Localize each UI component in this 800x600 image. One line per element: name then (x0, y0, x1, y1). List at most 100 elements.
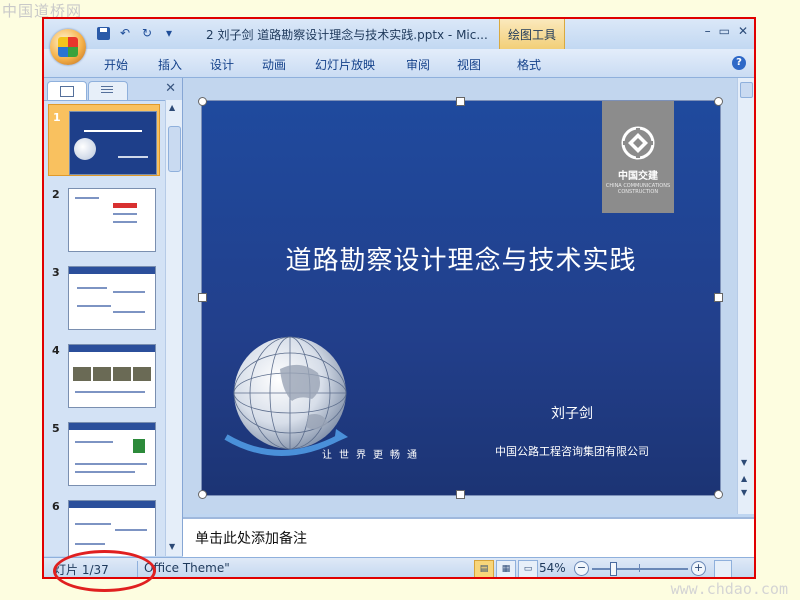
outline-tab[interactable] (88, 81, 128, 100)
tab-home[interactable]: 开始 (104, 56, 128, 73)
resize-handle[interactable] (456, 490, 465, 499)
preview-photo (93, 367, 111, 381)
slides-tab[interactable] (47, 81, 87, 100)
maximize-button[interactable]: ▭ (719, 24, 730, 38)
preview-text-line (118, 156, 148, 158)
slide-thumb-2[interactable]: 2 (48, 182, 160, 254)
slide-author[interactable]: 刘子剑 (522, 403, 622, 423)
pane-close-icon[interactable]: ✕ (165, 81, 176, 96)
slide-thumbnails: 1 2 3 4 5 6 (44, 100, 164, 556)
context-tab-label: 绘图工具 (507, 28, 556, 42)
slide-canvas[interactable]: 中国交建 CHINA COMMUNICATIONS CONSTRUCTION 道… (201, 100, 721, 496)
undo-button[interactable]: ↶ (116, 24, 134, 42)
minimize-button[interactable]: – (705, 24, 711, 38)
ribbon-tabs: 开始 插入 设计 动画 幻灯片放映 审阅 视图 格式 ? (44, 49, 754, 78)
slide-thumb-1[interactable]: 1 (48, 104, 160, 176)
preview-text-line (75, 523, 111, 525)
zoom-level[interactable]: 54% (539, 561, 566, 575)
resize-handle[interactable] (456, 97, 465, 106)
title-bar: ↶ ↻ ▾ 2 刘子剑 道路勘察设计理念与技术实践.pptx - Mic... … (44, 19, 754, 49)
preview-text-line (75, 543, 105, 545)
slide-thumb-5[interactable]: 5 (48, 416, 160, 488)
slide-number: 6 (52, 500, 60, 513)
view-buttons: ▤ ▦ ▭ (474, 560, 538, 577)
preview-text-line (115, 529, 147, 531)
preview-text-line (75, 391, 145, 393)
slide-number: 1 (53, 111, 61, 124)
preview-header (69, 423, 155, 430)
annotation-circle (53, 550, 156, 592)
previous-slide-icon[interactable]: ▲ (741, 474, 747, 483)
quick-access-toolbar: ↶ ↻ ▾ (94, 24, 178, 42)
zoom-slider-thumb[interactable] (610, 562, 617, 576)
slide-organization[interactable]: 中国公路工程咨询集团有限公司 (462, 443, 682, 459)
resize-handle[interactable] (198, 293, 207, 302)
normal-view-icon: ▤ (479, 564, 489, 574)
tab-animation[interactable]: 动画 (262, 56, 286, 73)
preview-globe (74, 138, 96, 160)
scroll-thumb[interactable] (168, 126, 181, 172)
thumbnails-scrollbar[interactable]: ▲ ▼ (165, 100, 182, 556)
tab-view[interactable]: 视图 (457, 56, 481, 73)
slide-thumb-3[interactable]: 3 (48, 260, 160, 332)
undo-icon: ↶ (119, 26, 131, 40)
slide-slogan: 让世界更畅通 (322, 450, 424, 461)
preview-header (69, 345, 155, 352)
preview-text-line (113, 311, 145, 313)
preview-text-line (113, 291, 145, 293)
preview-text-line (113, 213, 137, 215)
context-tab-drawing-tools[interactable]: 绘图工具 (499, 19, 565, 49)
slide-thumb-4[interactable]: 4 (48, 338, 160, 410)
resize-handle[interactable] (198, 97, 207, 106)
slide-number: 5 (52, 422, 60, 435)
scroll-thumb[interactable] (740, 82, 753, 98)
save-button[interactable] (94, 24, 112, 42)
slide-number: 3 (52, 266, 60, 279)
scroll-down-icon[interactable]: ▼ (741, 458, 747, 467)
zoom-slider-track[interactable] (592, 568, 688, 570)
scroll-up-icon[interactable]: ▲ (169, 103, 175, 112)
help-icon[interactable]: ? (732, 56, 746, 70)
close-button[interactable]: ✕ (738, 24, 748, 38)
preview-text-line (77, 287, 107, 289)
globe-icon (224, 336, 348, 456)
tab-review[interactable]: 审阅 (406, 56, 430, 73)
office-button[interactable] (50, 29, 86, 65)
slide-preview (69, 111, 157, 175)
theme-name: Office Theme" (144, 561, 230, 575)
tab-design[interactable]: 设计 (210, 56, 234, 73)
slides-tab-icon (60, 86, 74, 97)
sorter-view-button[interactable]: ▦ (496, 560, 516, 577)
zoom-out-button[interactable]: − (574, 561, 589, 576)
slide-edit-area: 中国交建 CHINA COMMUNICATIONS CONSTRUCTION 道… (183, 78, 754, 514)
slide-scrollbar[interactable]: ▼ ▲ ▼ (737, 78, 754, 514)
window-controls: – ▭ ✕ (705, 24, 748, 38)
normal-view-button[interactable]: ▤ (474, 560, 494, 577)
cccc-logo-icon (621, 126, 655, 160)
resize-handle[interactable] (198, 490, 207, 499)
notes-placeholder[interactable]: 单击此处添加备注 (195, 528, 307, 548)
resize-handle[interactable] (714, 293, 723, 302)
zoom-in-button[interactable]: + (691, 561, 706, 576)
tab-format[interactable]: 格式 (517, 56, 541, 73)
fit-to-window-button[interactable] (714, 560, 732, 577)
redo-button[interactable]: ↻ (138, 24, 156, 42)
preview-text-line (75, 197, 99, 199)
resize-handle[interactable] (714, 490, 723, 499)
tab-insert[interactable]: 插入 (158, 56, 182, 73)
notes-pane[interactable]: 单击此处添加备注 (183, 517, 754, 557)
resize-handle[interactable] (714, 97, 723, 106)
slide-title[interactable]: 道路勘察设计理念与技术实践 (202, 240, 720, 277)
customize-qat-button[interactable]: ▾ (160, 24, 178, 42)
slide-preview (68, 500, 156, 556)
preview-text-line (75, 441, 113, 443)
next-slide-icon[interactable]: ▼ (741, 488, 747, 497)
slide-preview (68, 422, 156, 486)
tab-slideshow[interactable]: 幻灯片放映 (315, 56, 375, 73)
slide-thumb-6[interactable]: 6 (48, 494, 160, 556)
scroll-down-icon[interactable]: ▼ (169, 542, 175, 551)
slideshow-view-button[interactable]: ▭ (518, 560, 538, 577)
slide-number: 4 (52, 344, 60, 357)
preview-text-line (75, 471, 135, 473)
preview-green-box (133, 439, 145, 453)
